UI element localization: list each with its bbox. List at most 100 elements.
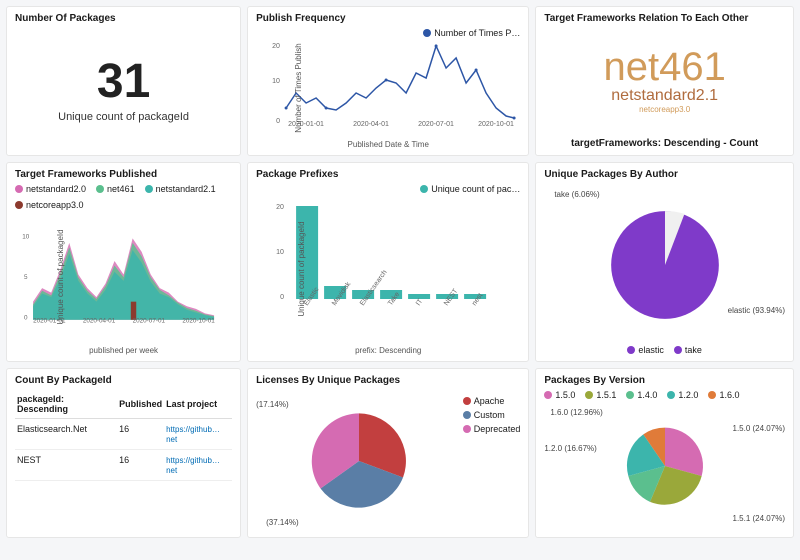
panel-publish-frequency: Publish Frequency Number of Times P… Num… bbox=[247, 6, 529, 156]
svg-text:2020-04-01: 2020-04-01 bbox=[353, 121, 389, 128]
y-axis-label: Number of Times Publish bbox=[294, 43, 303, 132]
panel-count-by-packageid: Count By PackageId packageId: Descending… bbox=[6, 368, 241, 538]
col-header[interactable]: packageId: Descending bbox=[15, 390, 117, 419]
legend-item[interactable]: 1.6.0 bbox=[708, 390, 739, 400]
dot-icon bbox=[708, 391, 716, 399]
table-row[interactable]: NEST 16 https://github…net bbox=[15, 450, 232, 481]
y-axis-label: Unique count of packageId bbox=[297, 221, 306, 316]
y-axis-label: Unique count of packageId bbox=[56, 229, 65, 324]
x-axis-label: published per week bbox=[15, 346, 232, 355]
legend-item[interactable]: Number of Times P… bbox=[423, 28, 520, 38]
legend-item[interactable]: Unique count of pac… bbox=[420, 184, 520, 194]
panel-packages-by-version: Packages By Version 1.5.0 1.5.1 1.4.0 1.… bbox=[535, 368, 794, 538]
legend-item[interactable]: 1.2.0 bbox=[667, 390, 698, 400]
project-link[interactable]: https://github…net bbox=[166, 456, 220, 475]
legend-item[interactable]: 1.5.0 bbox=[544, 390, 575, 400]
dot-icon bbox=[585, 391, 593, 399]
legend-item[interactable]: net461 bbox=[96, 184, 135, 194]
svg-text:0: 0 bbox=[24, 315, 28, 322]
metric: 31 Unique count of packageId bbox=[15, 28, 232, 149]
panel-title: Number Of Packages bbox=[15, 13, 232, 24]
svg-text:20: 20 bbox=[276, 204, 284, 211]
legend-item[interactable]: 1.4.0 bbox=[626, 390, 657, 400]
col-header[interactable]: Published bbox=[117, 390, 164, 419]
pie-chart[interactable]: (17.14%) (37.14%) Apache bbox=[256, 390, 463, 531]
dot-icon bbox=[145, 185, 153, 193]
svg-text:5: 5 bbox=[24, 274, 28, 281]
legend-item[interactable]: Custom bbox=[463, 410, 505, 420]
cloud-word-3[interactable]: netcoreapp3.0 bbox=[639, 105, 690, 114]
svg-text:0: 0 bbox=[280, 294, 284, 301]
dot-icon bbox=[96, 185, 104, 193]
pie-label: Apache bbox=[412, 434, 439, 443]
dot-icon bbox=[15, 201, 23, 209]
panel-title: Unique Packages By Author bbox=[544, 169, 785, 180]
cloud-word-1[interactable]: net461 bbox=[603, 47, 725, 87]
pie-label: 1.2.0 (16.67%) bbox=[544, 444, 596, 453]
dot-icon bbox=[15, 185, 23, 193]
legend: 1.5.0 1.5.1 1.4.0 1.2.0 1.6.0 bbox=[544, 390, 785, 400]
x-axis-label: Published Date & Time bbox=[256, 140, 520, 149]
pie-label: 1.6.0 (12.96%) bbox=[550, 408, 602, 417]
panel-title: Target Frameworks Published bbox=[15, 169, 232, 180]
pie-label: (37.14%) bbox=[266, 518, 298, 527]
legend-item[interactable]: 1.5.1 bbox=[585, 390, 616, 400]
svg-text:2020-10-01: 2020-10-01 bbox=[478, 121, 514, 128]
data-table: packageId: Descending Published Last pro… bbox=[15, 390, 232, 481]
legend-item[interactable]: netcoreapp3.0 bbox=[15, 200, 84, 210]
legend: netstandard2.0 net461 netstandard2.1 net… bbox=[15, 184, 232, 210]
svg-text:2020-04-01: 2020-04-01 bbox=[83, 317, 116, 324]
legend-item[interactable]: netstandard2.0 bbox=[15, 184, 86, 194]
legend-item[interactable]: elastic bbox=[627, 345, 664, 355]
area-chart[interactable]: Unique count of packageId 0510 2020-01-0… bbox=[15, 210, 232, 344]
panel-title: Package Prefixes bbox=[256, 169, 520, 180]
pie-label: 1.5.1 (24.07%) bbox=[733, 514, 785, 523]
dot-icon bbox=[667, 391, 675, 399]
pie-chart[interactable]: take (6.06%) elastic (93.94%) bbox=[544, 184, 785, 345]
metric-label: Unique count of packageId bbox=[58, 111, 189, 123]
metric-value: 31 bbox=[97, 54, 150, 109]
dot-icon bbox=[544, 391, 552, 399]
panel-title: Count By PackageId bbox=[15, 375, 232, 386]
legend: Unique count of pac… bbox=[256, 184, 520, 194]
dot-icon bbox=[674, 346, 682, 354]
panel-target-frameworks-cloud: Target Frameworks Relation To Each Other… bbox=[535, 6, 794, 156]
dot-icon bbox=[423, 29, 431, 37]
legend-item[interactable]: Deprecated bbox=[463, 424, 521, 434]
panel-title: Publish Frequency bbox=[256, 13, 520, 24]
panel-unique-packages-by-author: Unique Packages By Author take (6.06%) e… bbox=[535, 162, 794, 362]
dot-icon bbox=[420, 185, 428, 193]
pie-label: (17.14%) bbox=[256, 400, 288, 409]
svg-text:2020-10-01: 2020-10-01 bbox=[182, 317, 215, 324]
project-link[interactable]: https://github…net bbox=[166, 425, 220, 444]
svg-text:20: 20 bbox=[272, 43, 280, 50]
svg-text:10: 10 bbox=[276, 249, 284, 256]
panel-number-of-packages: Number Of Packages 31 Unique count of pa… bbox=[6, 6, 241, 156]
dot-icon bbox=[463, 425, 471, 433]
pie-chart[interactable]: 1.6.0 (12.96%) 1.5.0 (24.07%) 1.2.0 (16.… bbox=[544, 400, 785, 531]
legend-item[interactable]: Apache bbox=[463, 396, 505, 406]
table-row[interactable]: Elasticsearch.Net 16 https://github…net bbox=[15, 419, 232, 450]
panel-title: Target Frameworks Relation To Each Other bbox=[544, 13, 785, 24]
legend: Apache Custom Deprecated bbox=[463, 396, 521, 531]
legend: elastic take bbox=[544, 345, 785, 355]
svg-text:10: 10 bbox=[272, 78, 280, 85]
pie-label: take (6.06%) bbox=[554, 190, 599, 199]
line-chart[interactable]: Number of Times Publish 01020 2020-01-01… bbox=[256, 38, 520, 138]
svg-text:2020-07-01: 2020-07-01 bbox=[418, 121, 454, 128]
x-axis-label: prefix: Descending bbox=[256, 346, 520, 355]
dot-icon bbox=[463, 397, 471, 405]
legend: Number of Times P… bbox=[256, 28, 520, 38]
legend-item[interactable]: netstandard2.1 bbox=[145, 184, 216, 194]
panel-title: Licenses By Unique Packages bbox=[256, 375, 520, 386]
cloud-subtitle: targetFrameworks: Descending - Count bbox=[544, 138, 785, 149]
panel-licenses: Licenses By Unique Packages (17.14%) (37… bbox=[247, 368, 529, 538]
svg-text:0: 0 bbox=[276, 118, 280, 125]
bar-chart[interactable]: Unique count of packageId 01020 Elastic … bbox=[256, 194, 520, 344]
col-header[interactable]: Last project bbox=[164, 390, 232, 419]
tag-cloud[interactable]: net461 netstandard2.1 netcoreapp3.0 bbox=[544, 28, 785, 132]
svg-text:2020-07-01: 2020-07-01 bbox=[133, 317, 166, 324]
legend-item[interactable]: take bbox=[674, 345, 702, 355]
dot-icon bbox=[626, 391, 634, 399]
cloud-word-2[interactable]: netstandard2.1 bbox=[611, 87, 718, 105]
